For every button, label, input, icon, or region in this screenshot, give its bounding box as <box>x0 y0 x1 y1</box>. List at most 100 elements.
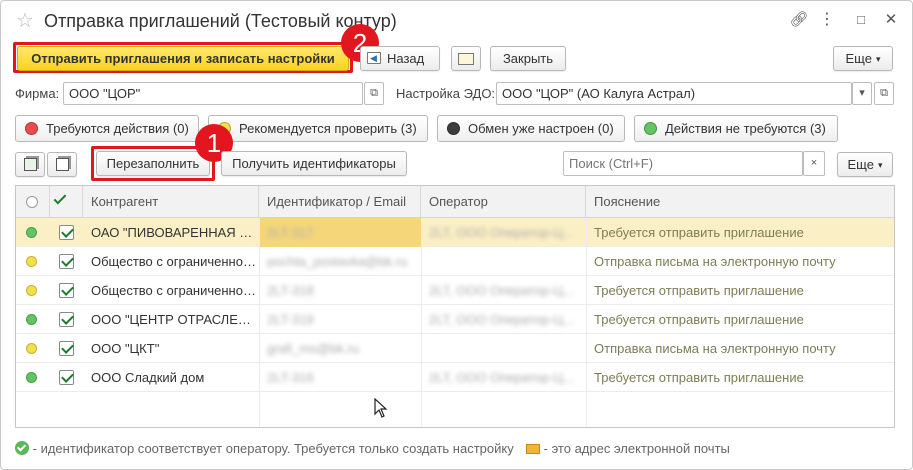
row-checkbox[interactable] <box>59 341 74 356</box>
table-row[interactable]: Общество с ограниченной ответственностью… <box>16 276 894 305</box>
search-input[interactable] <box>563 151 803 176</box>
column-header-identifier[interactable]: Идентификатор / Email <box>259 186 421 218</box>
note-cell: Требуется отправить приглашение <box>594 225 804 240</box>
get-identifiers-button[interactable]: Получить идентификаторы <box>221 151 407 176</box>
column-header-operator[interactable]: Оператор <box>421 186 586 218</box>
operator-cell: 2LT, ООО Оператор-Ц... <box>421 276 586 305</box>
firma-open-button[interactable]: ⧉ <box>364 82 384 105</box>
status-column-header[interactable] <box>16 186 50 218</box>
legend-mail-text: - это адрес электронной почты <box>543 441 730 456</box>
row-checkbox[interactable] <box>59 283 74 298</box>
invitations-window: ☆ Отправка приглашений (Тестовый контур)… <box>0 0 913 470</box>
row-checkbox[interactable] <box>59 254 74 269</box>
operator-cell: 2LT, ООО Оператор-Ц... <box>421 363 586 392</box>
favorite-star-icon[interactable]: ☆ <box>16 10 34 32</box>
back-label: Назад <box>387 51 425 66</box>
filter-no-action[interactable]: Действия не требуются (3) <box>634 115 838 142</box>
note-cell: Требуется отправить приглашение <box>594 312 804 327</box>
operator-cell <box>421 247 586 276</box>
search-clear-button[interactable]: × <box>803 151 825 176</box>
envelope-icon <box>526 444 540 454</box>
table-row[interactable]: ОАО "ПИВОВАРЕННАЯ КОМПАНИЯ" 2LT-317 2LT,… <box>16 218 894 247</box>
close-icon[interactable]: ✕ <box>881 11 901 29</box>
note-cell: Отправка письма на электронную почту <box>594 341 836 356</box>
identifier-value: 2LT-317 <box>267 225 314 240</box>
counterparty-cell: ОАО "ПИВОВАРЕННАЯ КОМПАНИЯ" <box>91 225 259 240</box>
edo-field[interactable]: ООО "ЦОР" (АО Калуга Астрал) <box>496 82 852 105</box>
report-icon-button[interactable] <box>451 46 481 71</box>
chevron-down-icon: ▾ <box>875 54 881 64</box>
window-title: Отправка приглашений (Тестовый контур) <box>44 11 397 31</box>
legend-ok: - идентификатор соответствует оператору.… <box>15 441 514 457</box>
legend-mail: - это адрес электронной почты <box>526 441 730 457</box>
column-separator <box>586 218 587 427</box>
identifier-cell: pochta_postavka@bk.ru <box>259 247 421 276</box>
refill-button[interactable]: Перезаполнить <box>96 151 210 176</box>
identifier-cell: 2LT-317 <box>259 218 421 247</box>
mouse-cursor-icon <box>374 398 388 418</box>
identifier-value: grafi_ms@bk.ru <box>267 341 359 356</box>
send-invitations-button[interactable]: Отправить приглашения и записать настрой… <box>17 46 349 71</box>
open-icon: ⧉ <box>370 87 378 99</box>
identifier-cell: 2LT-318 <box>259 276 421 305</box>
note-cell: Требуется отправить приглашение <box>594 283 804 298</box>
firma-label: Фирма: <box>15 86 60 101</box>
check-all-button[interactable] <box>15 152 45 177</box>
column-separator <box>421 218 422 427</box>
firma-field[interactable]: ООО "ЦОР" <box>63 82 363 105</box>
link-icon[interactable]: 🔗︎ <box>789 11 809 29</box>
chevron-down-icon: ▾ <box>859 87 865 99</box>
check-column-header[interactable] <box>50 186 83 218</box>
more-icon[interactable]: ⋮ <box>817 11 837 29</box>
operator-cell: 2LT, ООО Оператор-Ц... <box>421 305 586 334</box>
counterparty-cell: Общество с ограниченной ответственностью <box>91 254 259 269</box>
clear-icon: × <box>810 157 818 169</box>
green-check-icon <box>15 441 29 455</box>
table-row[interactable]: ООО "ЦКТ" grafi_ms@bk.ru Отправка письма… <box>16 334 894 363</box>
counterparty-cell: ООО Сладкий дом <box>91 370 205 385</box>
list-more-button[interactable]: Еще ▾ <box>837 152 893 177</box>
chevron-down-icon: ▾ <box>877 160 883 170</box>
checkmark-icon <box>53 191 67 205</box>
status-column-icon <box>26 196 38 208</box>
row-checkbox[interactable] <box>59 225 74 240</box>
check-all-icon <box>23 158 37 171</box>
identifier-cell: 2LT-319 <box>259 305 421 334</box>
close-button[interactable]: Закрыть <box>490 46 566 71</box>
counterparties-table: Контрагент Идентификатор / Email Операто… <box>15 185 895 428</box>
back-button[interactable]: ◀ Назад <box>360 46 440 71</box>
row-checkbox[interactable] <box>59 370 74 385</box>
table-header: Контрагент Идентификатор / Email Операто… <box>16 186 894 218</box>
identifier-cell: grafi_ms@bk.ru <box>259 334 421 363</box>
red-status-icon <box>25 122 38 135</box>
filter-label: Обмен уже настроен (0) <box>468 121 614 136</box>
operator-value: 2LT, ООО Оператор-Ц... <box>429 312 574 327</box>
edo-open-button[interactable]: ⧉ <box>874 82 894 105</box>
edo-dropdown-button[interactable]: ▾ <box>852 82 872 105</box>
maximize-icon[interactable]: □ <box>851 11 871 29</box>
identifier-value: 2LT-319 <box>267 312 314 327</box>
filter-action-required[interactable]: Требуются действия (0) <box>15 115 199 142</box>
more-actions-label: Еще <box>845 51 872 66</box>
list-more-label: Еще <box>847 157 874 172</box>
filter-exchange-configured[interactable]: Обмен уже настроен (0) <box>437 115 625 142</box>
table-row[interactable]: ООО Сладкий дом 2LT-316 2LT, ООО Операто… <box>16 363 894 392</box>
identifier-value: pochta_postavka@bk.ru <box>267 254 408 269</box>
more-actions-button[interactable]: Еще ▾ <box>833 46 893 71</box>
counterparty-cell: ООО "ЦКТ" <box>91 341 160 356</box>
table-row[interactable]: ООО "ЦЕНТР ОТРАСЛЕВЫХ РЕШЕНИЙ" 2LT-319 2… <box>16 305 894 334</box>
operator-cell: 2LT, ООО Оператор-Ц... <box>421 218 586 247</box>
uncheck-all-button[interactable] <box>47 152 77 177</box>
status-dot-icon <box>26 285 37 296</box>
counterparty-cell: ООО "ЦЕНТР ОТРАСЛЕВЫХ РЕШЕНИЙ" <box>91 312 259 327</box>
row-checkbox[interactable] <box>59 312 74 327</box>
identifier-value: 2LT-316 <box>267 370 314 385</box>
operator-value: 2LT, ООО Оператор-Ц... <box>429 283 574 298</box>
column-header-note[interactable]: Пояснение <box>586 186 894 218</box>
table-row[interactable]: Общество с ограниченной ответственностью… <box>16 247 894 276</box>
column-header-counterparty[interactable]: Контрагент <box>83 186 259 218</box>
status-dot-icon <box>26 372 37 383</box>
filter-check-recommended[interactable]: Рекомендуется проверить (3) <box>208 115 428 142</box>
report-icon <box>458 53 474 65</box>
operator-value: 2LT, ООО Оператор-Ц... <box>429 370 574 385</box>
